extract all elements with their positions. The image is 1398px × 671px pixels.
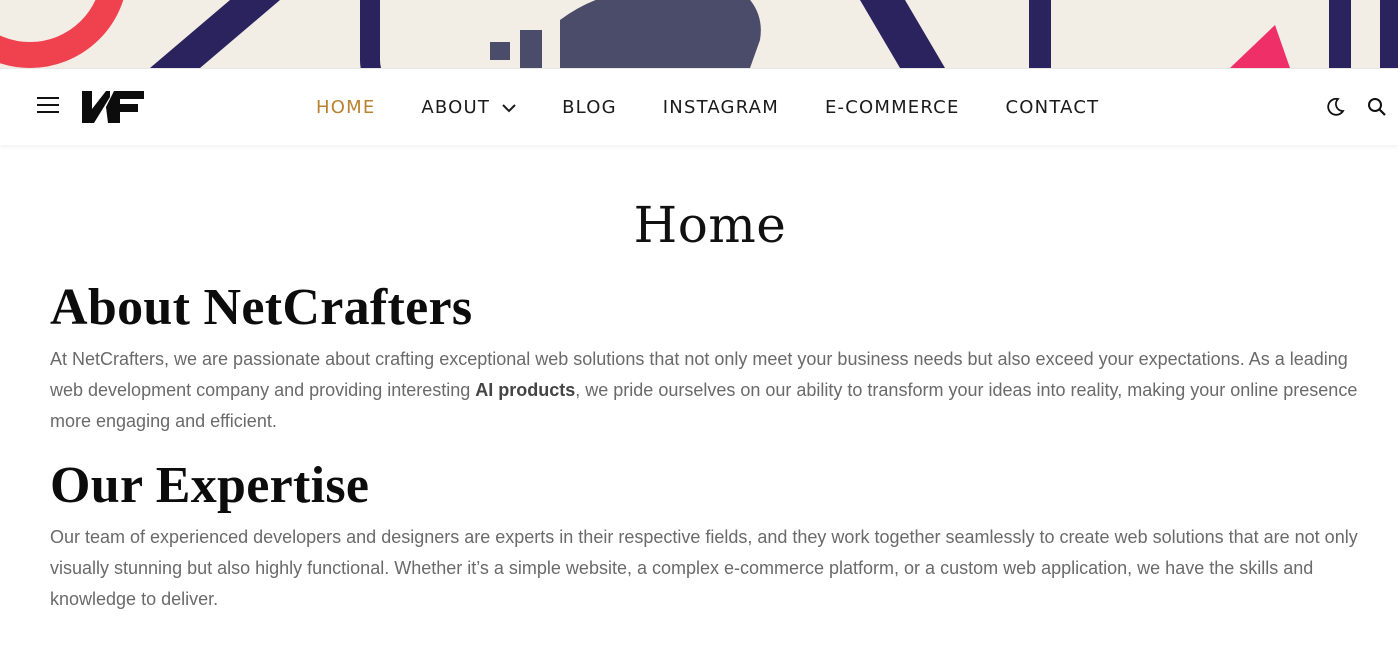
main-content: Home About NetCrafters At NetCrafters, w… <box>0 195 1398 615</box>
section-heading-about: About NetCrafters <box>50 279 473 336</box>
nav-blog[interactable]: BLOG <box>562 97 617 118</box>
search-icon[interactable] <box>1366 96 1388 118</box>
logo-icon <box>82 91 144 123</box>
site-logo[interactable] <box>80 87 146 132</box>
nav-about[interactable]: ABOUT <box>421 97 516 118</box>
nav-tools <box>1304 96 1388 118</box>
menu-icon[interactable] <box>37 97 61 117</box>
nav-home[interactable]: HOME <box>316 97 375 118</box>
hero-graphic <box>0 0 1398 68</box>
page-title: Home <box>633 196 787 254</box>
hero-banner-image <box>0 0 1398 68</box>
primary-nav: HOME ABOUT BLOG INSTAGRAM E-COMMERCE CON… <box>316 69 1145 146</box>
chevron-down-icon <box>502 97 516 118</box>
nav-about-label: ABOUT <box>421 97 491 118</box>
section-heading-expertise: Our Expertise <box>50 457 370 514</box>
nav-contact[interactable]: CONTACT <box>1006 97 1100 118</box>
section-text-about: At NetCrafters, we are passionate about … <box>50 344 1370 437</box>
section-text-expertise: Our team of experienced developers and d… <box>50 527 1358 609</box>
main-navbar: HOME ABOUT BLOG INSTAGRAM E-COMMERCE CON… <box>0 68 1398 145</box>
nav-instagram[interactable]: INSTAGRAM <box>663 97 779 118</box>
moon-icon[interactable] <box>1324 96 1346 118</box>
nav-ecommerce[interactable]: E-COMMERCE <box>825 97 960 118</box>
ai-products-highlight: AI products <box>475 380 576 400</box>
